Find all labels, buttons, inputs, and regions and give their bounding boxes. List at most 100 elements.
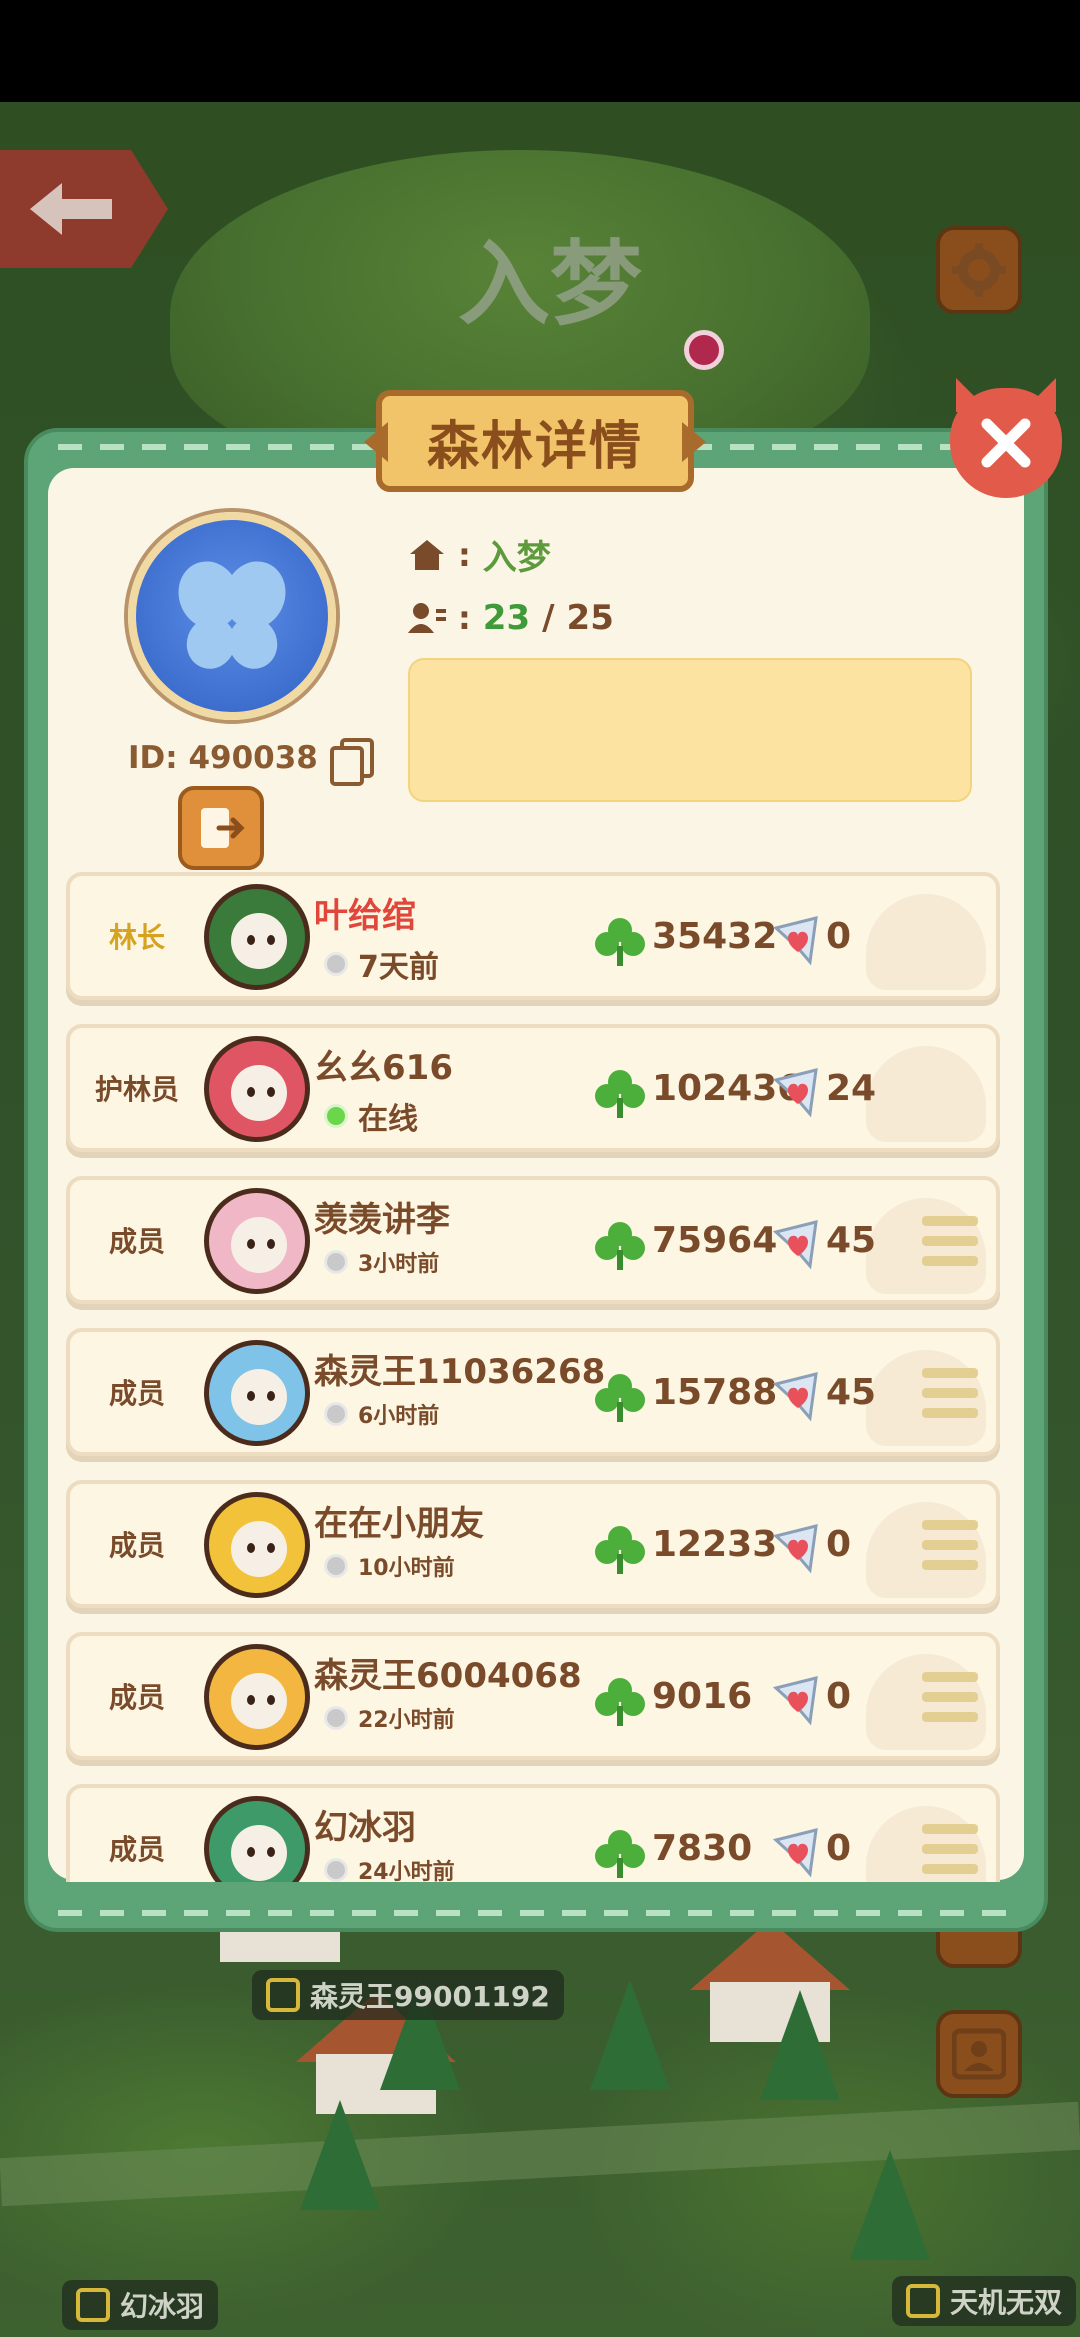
member-role: 林长 xyxy=(108,921,165,954)
member-points: 75964 xyxy=(652,1220,778,1261)
member-avatar[interactable] xyxy=(204,1036,310,1142)
status-dot-icon xyxy=(324,1858,348,1882)
profile-icon xyxy=(952,2028,1006,2080)
heart-note-icon xyxy=(772,1068,818,1118)
forest-flag-icon xyxy=(76,2288,110,2322)
forest-emblem xyxy=(128,512,336,720)
member-last-seen: 24小时前 xyxy=(358,1860,455,1882)
member-avatar[interactable] xyxy=(204,1340,310,1446)
map-pin[interactable] xyxy=(684,330,724,370)
member-row[interactable]: 成员 幻冰羽 24小时前 7830 0 xyxy=(66,1784,1000,1882)
leave-forest-button[interactable] xyxy=(178,786,264,870)
member-status: 10小时前 xyxy=(324,1550,455,1582)
clover-icon xyxy=(595,1678,645,1726)
member-avatar[interactable] xyxy=(204,1188,310,1294)
member-points: 7830 xyxy=(652,1828,753,1869)
member-avatar[interactable] xyxy=(204,1796,310,1882)
heart-note-icon xyxy=(772,1372,818,1422)
status-dot-icon xyxy=(324,1250,348,1274)
member-status: 7天前 xyxy=(324,942,439,986)
member-likes: 0 xyxy=(826,1828,852,1869)
status-dot-icon xyxy=(324,1402,348,1426)
member-avatar[interactable] xyxy=(204,884,310,990)
member-list[interactable]: 林长 叶给绾 7天前 35432 0 护林员 幺幺616 在线 102436 24 成员 羡羡讲李 3小… xyxy=(66,872,1000,1882)
close-button[interactable] xyxy=(950,388,1062,498)
butterfly-icon xyxy=(178,561,286,669)
status-dot-icon xyxy=(324,952,348,976)
member-role: 成员 xyxy=(108,1377,165,1410)
member-last-seen: 6小时前 xyxy=(358,1404,440,1429)
member-menu-button[interactable] xyxy=(922,1824,978,1874)
status-dot-icon xyxy=(324,1554,348,1578)
close-icon xyxy=(981,418,1031,468)
member-avatar[interactable] xyxy=(204,1492,310,1598)
member-name: 在在小朋友 xyxy=(314,1504,484,1544)
row-decoration xyxy=(866,1046,986,1142)
row-decoration xyxy=(866,894,986,990)
member-status: 24小时前 xyxy=(324,1854,455,1882)
member-likes: 24 xyxy=(826,1068,877,1109)
member-status: 3小时前 xyxy=(324,1246,439,1278)
status-bar xyxy=(0,0,1080,102)
member-menu-button[interactable] xyxy=(922,1216,978,1266)
member-likes: 0 xyxy=(826,1676,852,1717)
member-role: 护林员 xyxy=(94,1073,179,1106)
forest-flag-icon xyxy=(266,1978,300,2012)
member-name: 幺幺616 xyxy=(314,1048,453,1088)
member-likes: 0 xyxy=(826,916,852,957)
clover-icon xyxy=(595,1526,645,1574)
dialog-decoration xyxy=(58,1910,1014,1916)
member-row[interactable]: 成员 在在小朋友 10小时前 12233 0 xyxy=(66,1480,1000,1608)
settings-button[interactable] xyxy=(936,226,1022,314)
forest-notice-box xyxy=(408,658,972,802)
member-name: 幻冰羽 xyxy=(314,1808,416,1848)
member-count-separator: / xyxy=(542,598,555,638)
clover-icon xyxy=(595,1374,645,1422)
status-dot-icon xyxy=(324,1104,348,1128)
clover-icon xyxy=(595,1070,645,1118)
exit-icon xyxy=(201,808,245,848)
member-points: 12233 xyxy=(652,1524,778,1565)
member-row[interactable]: 成员 羡羡讲李 3小时前 75964 45 xyxy=(66,1176,1000,1304)
member-row[interactable]: 护林员 幺幺616 在线 102436 24 xyxy=(66,1024,1000,1152)
map-label-text: 天机无双 xyxy=(950,2286,1063,2319)
member-last-seen: 10小时前 xyxy=(358,1556,455,1581)
member-name: 森灵王11036268 xyxy=(314,1352,606,1392)
member-row[interactable]: 成员 森灵王11036268 6小时前 15788 45 xyxy=(66,1328,1000,1456)
heart-note-icon xyxy=(772,916,818,966)
map-forest-label[interactable]: 天机无双 xyxy=(892,2276,1077,2326)
member-last-seen: 3小时前 xyxy=(358,1252,440,1277)
member-status: 6小时前 xyxy=(324,1398,439,1430)
member-menu-button[interactable] xyxy=(922,1672,978,1722)
map-label-text: 森灵王99001192 xyxy=(310,1980,550,2013)
map-forest-label[interactable]: 森灵王99001192 xyxy=(252,1970,564,2020)
clover-icon xyxy=(595,918,645,966)
member-row[interactable]: 林长 叶给绾 7天前 35432 0 xyxy=(66,872,1000,1000)
forest-name-row: : 入梦 xyxy=(408,530,551,579)
member-role: 成员 xyxy=(108,1529,165,1562)
member-menu-button[interactable] xyxy=(922,1520,978,1570)
member-status: 22小时前 xyxy=(324,1702,455,1734)
member-avatar[interactable] xyxy=(204,1644,310,1750)
member-likes: 45 xyxy=(826,1220,877,1261)
map-forest-label[interactable]: 幻冰羽 xyxy=(62,2280,219,2330)
member-row[interactable]: 成员 森灵王6004068 22小时前 9016 0 xyxy=(66,1632,1000,1760)
forest-id-text: ID: 490038 xyxy=(128,740,318,776)
member-role: 成员 xyxy=(108,1833,165,1866)
heart-note-icon xyxy=(772,1676,818,1726)
member-count-current: 23 xyxy=(482,598,531,638)
member-likes: 0 xyxy=(826,1524,852,1565)
member-menu-button[interactable] xyxy=(922,1368,978,1418)
map-label-text: 幻冰羽 xyxy=(120,2290,205,2323)
profile-button[interactable] xyxy=(936,2010,1022,2098)
member-last-seen: 在线 xyxy=(358,1102,418,1137)
copy-icon[interactable] xyxy=(329,738,374,786)
forest-name: 入梦 xyxy=(482,538,551,578)
clover-icon xyxy=(595,1222,645,1270)
member-name: 森灵王6004068 xyxy=(314,1656,582,1696)
settings-gear-icon xyxy=(952,243,1006,297)
member-name: 叶给绾 xyxy=(314,896,416,936)
member-status: 在线 xyxy=(324,1094,418,1138)
forest-member-count-row: : 23 / 25 xyxy=(408,598,614,638)
member-last-seen: 22小时前 xyxy=(358,1708,455,1733)
